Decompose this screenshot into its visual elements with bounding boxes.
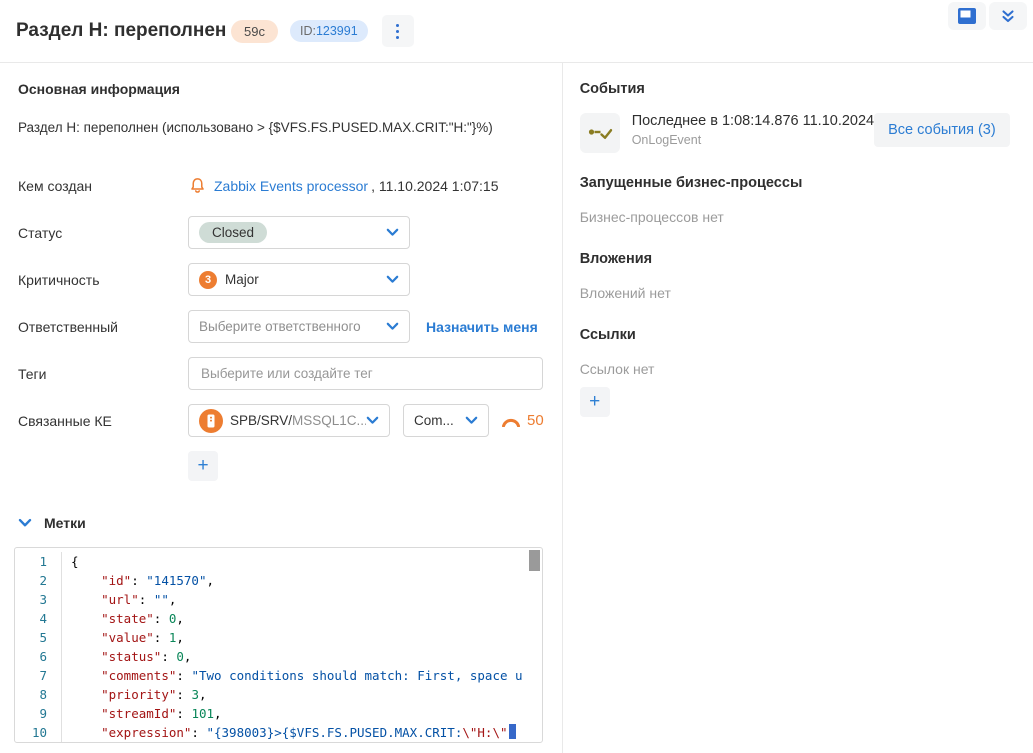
id-label: ID: (300, 24, 316, 38)
add-link-button[interactable]: + (580, 387, 610, 417)
chevron-down-icon (386, 275, 399, 284)
main-info-title: Основная информация (18, 81, 544, 97)
related-ci-label: Связанные КЕ (18, 413, 188, 429)
attachments-title: Вложения (580, 251, 1033, 267)
last-event-row: Последнее в 1:08:14.876 11.10.2024 OnLog… (580, 113, 1033, 153)
chevron-down-icon (386, 322, 399, 331)
chevron-down-icon (366, 416, 379, 425)
labels-section-title: Метки (44, 515, 86, 531)
severity-select[interactable]: 3 Major (188, 263, 410, 296)
code-line: 4 "state": 0, (15, 609, 542, 628)
chevron-down-icon (18, 518, 32, 528)
attachments-empty: Вложений нет (580, 285, 1033, 301)
created-by-row: Кем создан Zabbix Events processor , 11.… (18, 169, 544, 202)
code-line: 10 "expression": "{398003}>{$VFS.FS.PUSE… (15, 723, 542, 742)
chevron-down-icon (386, 228, 399, 237)
code-line: 1{ (15, 552, 542, 571)
add-related-ci-button[interactable]: + (188, 451, 218, 481)
editor-scrollbar-thumb[interactable] (529, 550, 540, 571)
bell-icon (188, 176, 207, 196)
code-line: 7 "comments": "Two conditions should mat… (15, 666, 542, 685)
labels-section-toggle[interactable]: Метки (18, 515, 544, 531)
related-ci-select[interactable]: SPB/SRV/MSSQL1C... (188, 404, 390, 437)
duration-badge: 59с (231, 20, 278, 43)
assignee-row: Ответственный Выберите ответственного На… (18, 310, 544, 343)
ci-relation-select[interactable]: Com... (403, 404, 489, 437)
side-panel: События Последнее в 1:08:14.876 11.10.20… (563, 63, 1033, 753)
assignee-label: Ответственный (18, 319, 188, 335)
double-chevron-down-icon (1001, 10, 1015, 23)
created-by-label: Кем создан (18, 178, 188, 194)
log-event-icon (587, 122, 613, 144)
window-icon (957, 7, 977, 25)
ci-relation-value: Com... (414, 413, 454, 428)
created-by-value: Zabbix Events processor , 11.10.2024 1:0… (188, 176, 499, 196)
last-event-text: Последнее в 1:08:14.876 11.10.2024 (632, 113, 874, 129)
status-label: Статус (18, 225, 188, 241)
id-value: 123991 (316, 24, 358, 38)
kebab-menu-button[interactable] (382, 15, 414, 47)
incident-description: Раздел H: переполнен (использовано > {$V… (18, 119, 544, 137)
all-events-button[interactable]: Все события (3) (874, 113, 1010, 147)
code-line: 3 "url": "", (15, 590, 542, 609)
severity-level-badge: 3 (199, 271, 217, 289)
window-actions (948, 2, 1027, 30)
created-by-timestamp: , 11.10.2024 1:07:15 (371, 178, 498, 194)
business-processes-empty: Бизнес-процессов нет (580, 209, 1033, 225)
severity-value: Major (225, 272, 259, 287)
header: Раздел H: переполнен 59с ID:123991 (0, 0, 1033, 63)
code-editor-lines: 1{2 "id": "141570",3 "url": "",4 "state"… (15, 552, 542, 742)
related-ci-value: SPB/SRV/MSSQL1C... (230, 413, 366, 428)
code-line: 5 "value": 1, (15, 628, 542, 647)
status-value-pill: Closed (199, 222, 267, 243)
event-icon-box (580, 113, 620, 153)
tags-input[interactable] (188, 357, 543, 390)
page-title: Раздел H: переполнен (16, 20, 229, 42)
status-select[interactable]: Closed (188, 216, 410, 249)
business-processes-title: Запущенные бизнес-процессы (580, 175, 1033, 191)
event-type: OnLogEvent (632, 133, 874, 147)
links-empty: Ссылок нет (580, 361, 1033, 377)
main-content: Основная информация Раздел H: переполнен… (0, 63, 1033, 753)
arc-gauge-icon (501, 415, 521, 427)
code-line: 2 "id": "141570", (15, 571, 542, 590)
labels-code-editor[interactable]: 1{2 "id": "141570",3 "url": "",4 "state"… (14, 547, 543, 743)
tags-row: Теги (18, 357, 544, 390)
kebab-menu-icon (396, 24, 399, 27)
created-by-source-link[interactable]: Zabbix Events processor (214, 178, 368, 194)
collapse-panel-button[interactable] (989, 2, 1027, 30)
popout-window-button[interactable] (948, 2, 986, 30)
events-section-title: События (580, 81, 1033, 97)
assign-me-link[interactable]: Назначить меня (426, 319, 538, 335)
chevron-down-icon (465, 416, 478, 425)
code-line: 8 "priority": 3, (15, 685, 542, 704)
ci-weight: 50 (501, 412, 544, 429)
main-info-panel: Основная информация Раздел H: переполнен… (0, 63, 563, 753)
assignee-placeholder: Выберите ответственного (199, 319, 361, 334)
id-badge: ID:123991 (290, 20, 368, 42)
code-line: 9 "streamId": 101, (15, 704, 542, 723)
severity-label: Критичность (18, 272, 188, 288)
related-ci-row: Связанные КЕ SPB/SRV/MSSQL1C... Com... (18, 404, 544, 437)
links-title: Ссылки (580, 327, 1033, 343)
ci-weight-value: 50 (527, 412, 544, 429)
tags-label: Теги (18, 366, 188, 382)
assignee-select[interactable]: Выберите ответственного (188, 310, 410, 343)
incident-page: Раздел H: переполнен 59с ID:123991 (0, 0, 1033, 753)
code-line: 6 "status": 0, (15, 647, 542, 666)
severity-row: Критичность 3 Major (18, 263, 544, 296)
status-row: Статус Closed (18, 216, 544, 249)
server-icon (199, 409, 223, 433)
